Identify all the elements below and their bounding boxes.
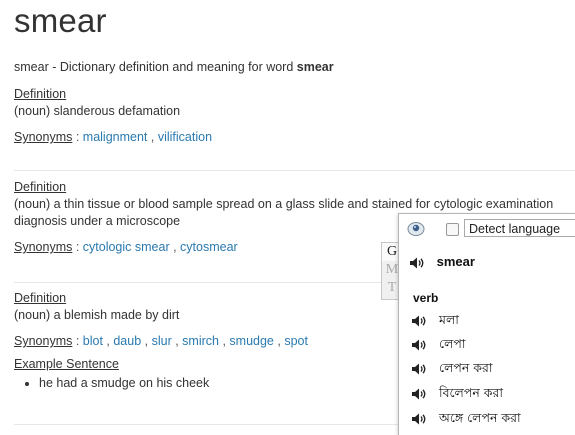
- definition-label: Definition: [14, 291, 67, 305]
- synonym-link[interactable]: smirch: [182, 334, 219, 348]
- example-list: he had a smudge on his cheek: [14, 375, 308, 392]
- synonyms-label: Synonyms: [14, 130, 73, 144]
- synonym-link[interactable]: slur: [152, 334, 172, 348]
- synonym-link[interactable]: smudge: [229, 334, 273, 348]
- speaker-icon[interactable]: [409, 256, 425, 270]
- part-of-speech: verb: [413, 291, 439, 305]
- translation-row: লেপা: [411, 336, 466, 356]
- popup-word-row: smear: [409, 254, 475, 270]
- example-label: Example Sentence: [14, 357, 119, 371]
- synonym-link[interactable]: blot: [83, 334, 103, 348]
- speaker-icon[interactable]: [411, 338, 427, 352]
- page-title: smear: [14, 2, 107, 39]
- divider: [14, 170, 575, 171]
- synonym-link[interactable]: cytosmear: [180, 240, 238, 254]
- translation-row: মলা: [411, 312, 459, 332]
- translation-row: অঙ্গে লেপন করা: [411, 410, 521, 430]
- definition-text: (noun) a blemish made by dirt: [14, 308, 180, 322]
- detect-language-checkbox[interactable]: [446, 223, 459, 236]
- definition-label: Definition: [14, 180, 67, 194]
- page-subtitle: smear - Dictionary definition and meanin…: [14, 60, 334, 74]
- translation-row: বিলেপন করা: [411, 385, 503, 405]
- translation-text: অঙ্গে লেপন করা: [439, 410, 521, 425]
- translation-text: বিলেপন করা: [439, 385, 504, 400]
- speaker-icon[interactable]: [411, 387, 427, 401]
- definition-text: (noun) a thin tissue or blood sample spr…: [14, 197, 554, 211]
- translation-text: লেপা: [439, 336, 466, 351]
- popup-toolbar: Detect language: [399, 214, 575, 242]
- speaker-icon[interactable]: [411, 412, 427, 426]
- synonyms-row: Synonyms : malignment , vilification: [14, 130, 213, 144]
- synonym-link[interactable]: malignment: [83, 130, 148, 144]
- definition-text: (noun) slanderous defamation: [14, 104, 181, 118]
- synonym-link[interactable]: vilification: [158, 130, 212, 144]
- synonyms-row: Synonyms : blot , daub , slur , smirch ,…: [14, 334, 308, 348]
- translation-popup: Detect language smear verb মলা লেপা লেপন…: [398, 213, 575, 435]
- synonym-link[interactable]: spot: [284, 334, 308, 348]
- definition-label: Definition: [14, 87, 67, 101]
- subtitle-word: smear: [296, 60, 334, 74]
- popup-word: smear: [436, 254, 475, 269]
- speaker-icon[interactable]: [411, 362, 427, 376]
- translation-row: লেপন করা: [411, 360, 493, 380]
- synonym-link[interactable]: cytologic smear: [83, 240, 170, 254]
- detect-language-select[interactable]: Detect language: [464, 219, 575, 237]
- synonyms-label: Synonyms: [14, 334, 73, 348]
- translation-text: মলা: [439, 312, 459, 327]
- synonym-link[interactable]: daub: [113, 334, 141, 348]
- definition-entry-3: Definition (noun) a blemish made by dirt…: [14, 290, 308, 392]
- example-sentence: he had a smudge on his cheek: [39, 375, 308, 392]
- translator-logo-icon[interactable]: [407, 220, 425, 236]
- subtitle-prefix: smear - Dictionary definition and meanin…: [14, 60, 297, 74]
- speaker-icon[interactable]: [411, 314, 427, 328]
- definition-entry-1: Definition (noun) slanderous defamation …: [14, 86, 212, 146]
- translation-text: লেপন করা: [439, 360, 493, 375]
- synonyms-label: Synonyms: [14, 240, 73, 254]
